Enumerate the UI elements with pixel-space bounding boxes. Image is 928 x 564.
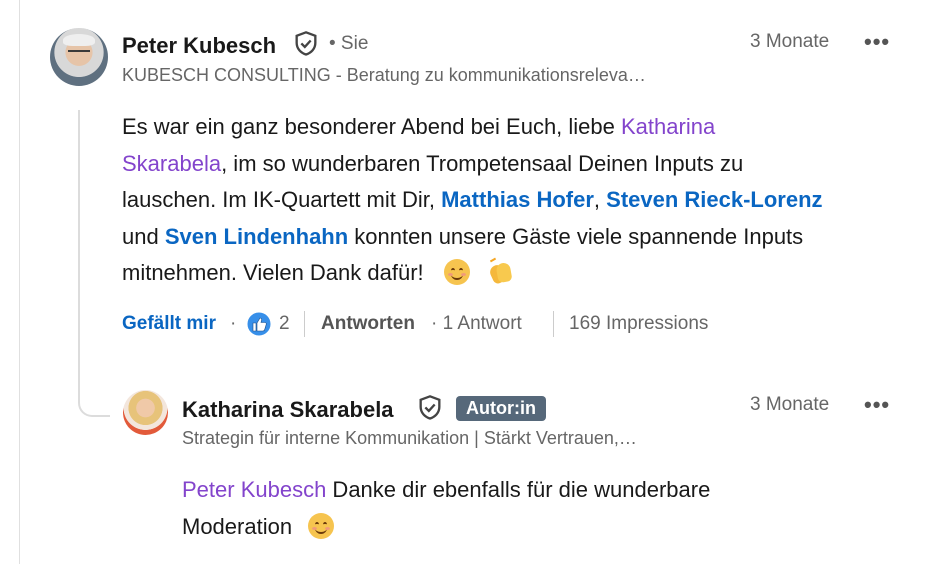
body-text-7: mitnehmen. Vielen Dank dafür! [122,260,424,285]
reply-author-name[interactable]: Katharina Skarabela [182,397,394,423]
mention-peter-kubesch[interactable]: Peter Kubesch [182,477,326,502]
reply-body: Peter Kubesch Danke dir ebenfalls für di… [182,472,902,545]
avatar-katharina-skarabela[interactable] [123,390,168,435]
reply-button[interactable]: Antworten [321,313,415,335]
reply-count[interactable]: · 1 Antwort [431,313,522,335]
comment-author-headline: KUBESCH CONSULTING - Beratung zu kommuni… [122,65,646,85]
reply-author-headline: Strategin für interne Kommunikation | St… [182,428,637,448]
smile-emoji-icon [308,512,335,539]
action-divider [304,311,305,337]
body-text-5: und [122,223,165,249]
clap-emoji-icon [487,257,514,286]
comment-time: 3 Monate [750,31,830,52]
body-text-1: Es war ein ganz besonderer Abend bei Euc… [122,114,621,139]
comment-body: Es war ein ganz besonderer Abend bei Euc… [122,109,912,292]
reply-time: 3 Monate [750,394,830,415]
more-options-icon[interactable]: ••• [864,392,890,418]
link-sven-lindenhahn[interactable]: Sven Lindenhahn [165,224,348,249]
you-label: • Sie [329,33,369,54]
reply-text-2: Moderation [182,513,293,539]
verified-shield-icon [292,30,320,58]
body-text-4: , [593,187,607,212]
link-steven-rieck-lorenz[interactable]: Steven Rieck-Lorenz [606,187,822,212]
like-count: 2 [279,313,290,334]
body-text-3: lauschen. Im IK-Quartett mit Dir, [122,187,442,212]
author-badge: Autor:in [456,396,546,421]
like-reaction-icon [246,311,272,337]
like-button[interactable]: Gefällt mir [122,313,216,335]
smile-emoji-icon [443,259,470,285]
mention-katharina-lastname[interactable]: Skarabela [122,151,221,176]
thread-line [19,0,20,564]
reply-connector [78,110,110,417]
more-options-icon[interactable]: ••• [864,29,890,55]
body-text-6: konnten unsere Gäste viele spannende Inp… [348,223,804,249]
avatar-peter-kubesch[interactable] [50,28,108,86]
verified-shield-icon [416,394,444,422]
action-separator-dot: · [230,313,237,334]
body-text-2: , im so wunderbaren Trompetensaal Deinen… [221,150,744,176]
link-matthias-hofer[interactable]: Matthias Hofer [441,187,594,212]
mention-katharina[interactable]: Katharina [621,114,715,139]
reply-text-1: Danke dir ebenfalls für die wunderbare [326,477,711,502]
comment-author-name[interactable]: Peter Kubesch [122,33,276,59]
impressions-count[interactable]: 169 Impressions [569,313,708,335]
action-divider [553,311,554,337]
